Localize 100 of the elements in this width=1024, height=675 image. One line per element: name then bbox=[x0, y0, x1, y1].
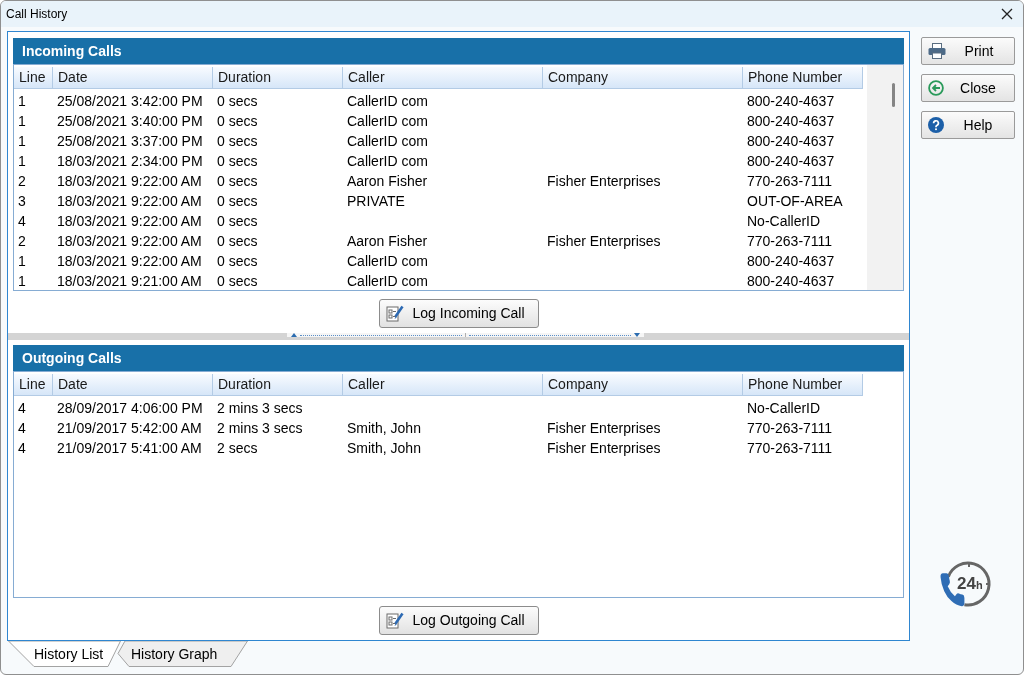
table-cell-text: 18/03/2021 9:22:00 AM bbox=[56, 231, 203, 251]
table-cell-text: 18/03/2021 9:21:00 AM bbox=[56, 271, 203, 291]
column-header[interactable]: Caller bbox=[343, 67, 543, 89]
column-header[interactable]: Date bbox=[53, 67, 213, 89]
table-cell-text: CallerID com bbox=[346, 131, 429, 151]
table-cell-text: CallerID com bbox=[346, 111, 429, 131]
table-cell-text: 770-263-7111 bbox=[746, 231, 834, 251]
table-cell-text: 25/08/2021 3:37:00 PM bbox=[56, 131, 204, 151]
log-call-button[interactable]: Log Outgoing Call bbox=[378, 606, 539, 635]
side-button[interactable]: Help bbox=[921, 111, 1015, 139]
table-cell-text: 0 secs bbox=[216, 271, 259, 291]
printer-icon bbox=[928, 43, 946, 59]
log-call-button[interactable]: Log Incoming Call bbox=[378, 299, 539, 328]
splitter-handle[interactable] bbox=[287, 333, 644, 337]
column-header[interactable]: Phone Number bbox=[743, 374, 863, 396]
section-header: Incoming Calls bbox=[13, 38, 904, 64]
table-cell-text: 18/03/2021 2:34:00 PM bbox=[56, 151, 204, 171]
table-cell-text: Aaron Fisher bbox=[346, 231, 429, 251]
column-header[interactable]: Company bbox=[543, 374, 743, 396]
table-cell-text: 25/08/2021 3:40:00 PM bbox=[56, 111, 204, 131]
window-title: Call History bbox=[6, 6, 68, 23]
table-cell-text: 21/09/2017 5:41:00 AM bbox=[56, 438, 203, 458]
table-cell-text: 1 bbox=[17, 151, 27, 171]
table-cell-text: CallerID com bbox=[346, 271, 429, 291]
table-cell-text: 0 secs bbox=[216, 191, 259, 211]
table-cell-text: No-CallerID bbox=[746, 211, 822, 231]
table-cell-text: 800-240-4637 bbox=[746, 151, 836, 171]
table-cell-text: 1 bbox=[17, 91, 27, 111]
table-cell-text: 800-240-4637 bbox=[746, 251, 836, 271]
table-cell-text: CallerID com bbox=[346, 91, 429, 111]
hours-label: 24h bbox=[957, 575, 983, 594]
table-cell-text: 18/03/2021 9:22:00 AM bbox=[56, 211, 203, 231]
table-cell-text: Smith, John bbox=[346, 418, 422, 438]
table-cell-text: 0 secs bbox=[216, 231, 259, 251]
side-button[interactable]: Print bbox=[921, 37, 1015, 65]
column-header[interactable]: Duration bbox=[213, 67, 343, 89]
help-icon bbox=[928, 117, 944, 133]
column-header[interactable]: Line bbox=[14, 374, 53, 396]
table-cell-text: Aaron Fisher bbox=[346, 171, 429, 191]
table-cell-text: OUT-OF-AREA bbox=[746, 191, 844, 211]
column-header[interactable]: Duration bbox=[213, 374, 343, 396]
table-cell-text: 2 bbox=[17, 231, 27, 251]
down-arrow-icon[interactable] bbox=[634, 333, 640, 337]
table-cell-text: Fisher Enterprises bbox=[546, 438, 662, 458]
table-cell-text: CallerID com bbox=[346, 151, 429, 171]
table-cell-text: 3 bbox=[17, 191, 27, 211]
scrollbar-thumb[interactable] bbox=[892, 83, 895, 107]
table-cell-text: 2 mins 3 secs bbox=[216, 418, 304, 438]
close-icon[interactable] bbox=[1001, 8, 1013, 20]
column-header[interactable]: Line bbox=[14, 67, 53, 89]
up-arrow-icon[interactable] bbox=[291, 333, 297, 337]
form-pen-icon bbox=[385, 611, 404, 630]
table-cell-text: 18/03/2021 9:22:00 AM bbox=[56, 251, 203, 271]
table-cell-text: 4 bbox=[17, 438, 27, 458]
table-cell-text: 2 mins 3 secs bbox=[216, 398, 304, 418]
table-cell-text: 4 bbox=[17, 418, 27, 438]
table-cell-text: Smith, John bbox=[346, 438, 422, 458]
table-cell-text: 800-240-4637 bbox=[746, 111, 836, 131]
back-arrow-circle-icon bbox=[928, 80, 944, 96]
table-cell-text: 0 secs bbox=[216, 131, 259, 151]
section-header: Outgoing Calls bbox=[13, 345, 904, 371]
table-cell-text: 800-240-4637 bbox=[746, 91, 836, 111]
table-cell-text: 1 bbox=[17, 131, 27, 151]
column-header[interactable]: Phone Number bbox=[743, 67, 863, 89]
column-header[interactable]: Date bbox=[53, 374, 213, 396]
table-cell-text: 18/03/2021 9:22:00 AM bbox=[56, 191, 203, 211]
table-cell-text: 21/09/2017 5:42:00 AM bbox=[56, 418, 203, 438]
table-cell-text: Fisher Enterprises bbox=[546, 171, 662, 191]
table-cell-text: PRIVATE bbox=[346, 191, 406, 211]
table-cell-text: 770-263-7111 bbox=[746, 171, 834, 191]
table-cell-text: 0 secs bbox=[216, 251, 259, 271]
table-cell-text: 4 bbox=[17, 398, 27, 418]
table-cell-text: 800-240-4637 bbox=[746, 271, 836, 291]
table-cell-text: 2 secs bbox=[216, 438, 259, 458]
tab[interactable]: History Graph bbox=[115, 641, 248, 667]
side-button[interactable]: Close bbox=[921, 74, 1015, 102]
table-cell-text: 0 secs bbox=[216, 171, 259, 191]
table-cell-text: 4 bbox=[17, 211, 27, 231]
table-cell-text: 1 bbox=[17, 111, 27, 131]
table-cell-text: 2 bbox=[17, 171, 27, 191]
table-cell-text: 800-240-4637 bbox=[746, 131, 836, 151]
table-cell-text: 770-263-7111 bbox=[746, 418, 834, 438]
table-cell-text: 0 secs bbox=[216, 151, 259, 171]
scrollbar[interactable] bbox=[867, 65, 903, 290]
table-cell-text: Fisher Enterprises bbox=[546, 231, 662, 251]
splitter[interactable] bbox=[8, 333, 909, 340]
table-cell-text: 1 bbox=[17, 251, 27, 271]
table-cell-text: 0 secs bbox=[216, 111, 259, 131]
column-header[interactable]: Caller bbox=[343, 374, 543, 396]
column-header[interactable]: Company bbox=[543, 67, 743, 89]
table-cell-text: No-CallerID bbox=[746, 398, 822, 418]
table-cell-text: 770-263-7111 bbox=[746, 438, 834, 458]
table-cell-text: Fisher Enterprises bbox=[546, 418, 662, 438]
table-cell-text: CallerID com bbox=[346, 251, 429, 271]
table-cell-text: 25/08/2021 3:42:00 PM bbox=[56, 91, 204, 111]
table-cell-text: 28/09/2017 4:06:00 PM bbox=[56, 398, 204, 418]
tab[interactable]: History List bbox=[8, 641, 121, 667]
table-cell-text: 0 secs bbox=[216, 211, 259, 231]
table-cell-text: 0 secs bbox=[216, 91, 259, 111]
table-cell-text: 1 bbox=[17, 271, 27, 291]
